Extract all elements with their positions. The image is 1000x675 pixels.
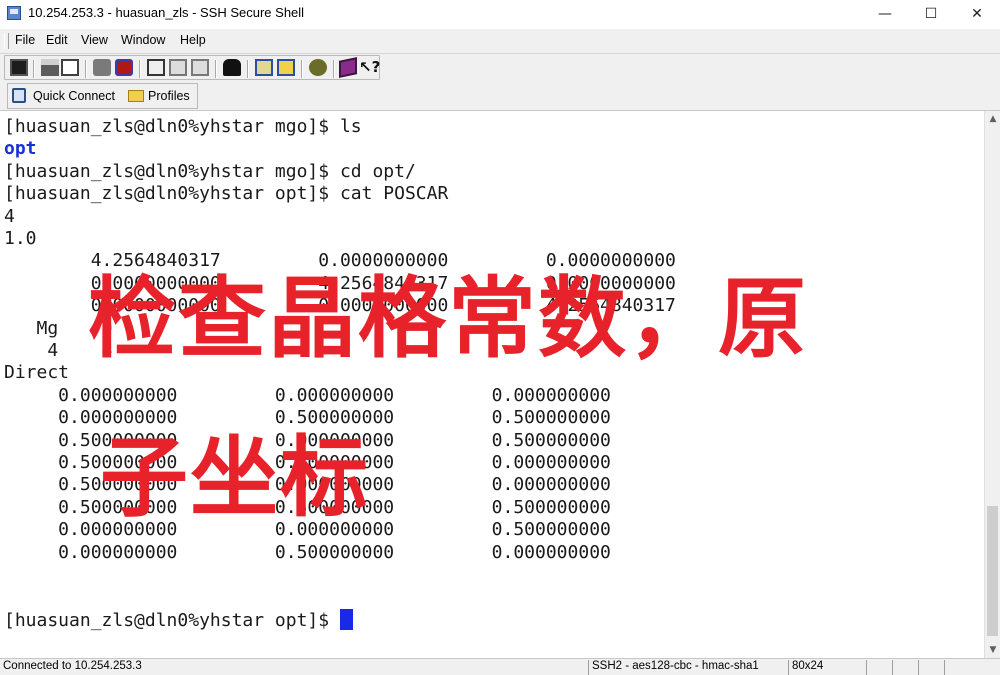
terminal-line: 1.0 <box>4 228 37 249</box>
terminal-line: 0.000000000 0.000000000 0.000000000 <box>4 384 611 406</box>
settings-icon[interactable] <box>255 59 273 76</box>
status-indicator-2 <box>892 660 916 675</box>
quick-connect-group: Quick Connect Profiles <box>7 83 198 109</box>
scrollbar-thumb[interactable] <box>987 506 998 636</box>
maximize-button[interactable]: ☐ <box>908 0 954 28</box>
terminal-line: opt <box>4 138 37 160</box>
terminal-line: 0.000000000 0.500000000 0.000000000 <box>4 541 611 563</box>
terminal-cursor <box>339 608 353 630</box>
toolbar-separator <box>301 60 303 78</box>
app-icon <box>7 6 21 20</box>
menu-edit[interactable]: Edit <box>46 33 68 47</box>
scroll-down-icon[interactable]: ▼ <box>985 642 1000 658</box>
status-terminal-size: 80x24 <box>788 660 836 675</box>
toolbar-separator <box>215 60 217 78</box>
terminal-line: 4 <box>4 205 15 227</box>
status-indicator-1 <box>866 660 890 675</box>
toolbar-group: ↖? <box>4 55 380 80</box>
terminal-line: [huasuan_zls@dln0%yhstar mgo]$ ls <box>4 116 362 137</box>
scroll-up-icon[interactable]: ▲ <box>985 111 1000 127</box>
toolbar-separator <box>33 60 35 78</box>
find-icon[interactable] <box>223 59 241 76</box>
status-cipher: SSH2 - aes128-cbc - hmac-sha1 <box>588 660 786 675</box>
status-indicator-3 <box>918 660 942 675</box>
overlay-caption-line1: 检查晶格常数，原 <box>88 267 809 370</box>
close-button[interactable]: ✕ <box>954 0 1000 28</box>
toolbar-separator <box>139 60 141 78</box>
paste-alt-icon[interactable] <box>191 59 209 76</box>
status-bar: Connected to 10.254.253.3 SSH2 - aes128-… <box>0 658 1000 675</box>
status-indicator-4 <box>944 660 984 675</box>
quick-connect-bar: Quick Connect Profiles <box>0 82 1000 111</box>
toolbar: ↖? <box>0 54 1000 82</box>
toolbar-separator <box>333 60 335 78</box>
quick-connect-button[interactable]: Quick Connect <box>33 89 115 103</box>
menu-view[interactable]: View <box>81 33 108 47</box>
menu-grip <box>4 33 9 49</box>
book-icon[interactable] <box>339 57 357 78</box>
toolbar-separator <box>85 60 87 78</box>
menu-file[interactable]: File <box>15 33 35 47</box>
folder-icon <box>128 90 144 102</box>
paste-icon[interactable] <box>169 59 187 76</box>
minimize-button[interactable]: — <box>862 0 908 28</box>
menu-window[interactable]: Window <box>121 33 165 47</box>
vertical-scrollbar[interactable]: ▲ ▼ <box>984 111 1000 658</box>
menu-help[interactable]: Help <box>180 33 206 47</box>
terminal-line: [huasuan_zls@dln0%yhstar opt]$ <box>4 608 353 632</box>
window-title: 10.254.253.3 - huasuan_zls - SSH Secure … <box>28 5 305 20</box>
print-icon[interactable] <box>41 59 59 76</box>
connect-icon[interactable] <box>115 59 133 76</box>
profile-icon[interactable] <box>277 59 295 76</box>
disconnect-icon[interactable] <box>93 59 111 76</box>
menu-bar: File Edit View Window Help <box>0 29 1000 54</box>
profiles-button[interactable]: Profiles <box>148 89 190 103</box>
title-bar: 10.254.253.3 - huasuan_zls - SSH Secure … <box>0 0 1000 28</box>
terminal-line: Direct <box>4 362 70 384</box>
quick-connect-icon <box>12 88 26 103</box>
terminal-line: [huasuan_zls@dln0%yhstar mgo]$ cd opt/ <box>4 160 416 182</box>
copy-icon[interactable] <box>147 59 165 76</box>
sftp-icon[interactable] <box>309 59 327 76</box>
overlay-caption-line2: 子坐标 <box>100 426 371 529</box>
save-icon[interactable] <box>10 59 28 76</box>
print-preview-icon[interactable] <box>61 59 79 76</box>
status-connection: Connected to 10.254.253.3 <box>3 660 142 672</box>
terminal-line: [huasuan_zls@dln0%yhstar opt]$ cat POSCA… <box>4 183 449 205</box>
help-icon[interactable]: ↖? <box>359 58 380 76</box>
terminal[interactable]: [huasuan_zls@dln0%yhstar mgo]$ ls opt [hua… <box>0 111 984 658</box>
toolbar-separator <box>247 60 249 78</box>
